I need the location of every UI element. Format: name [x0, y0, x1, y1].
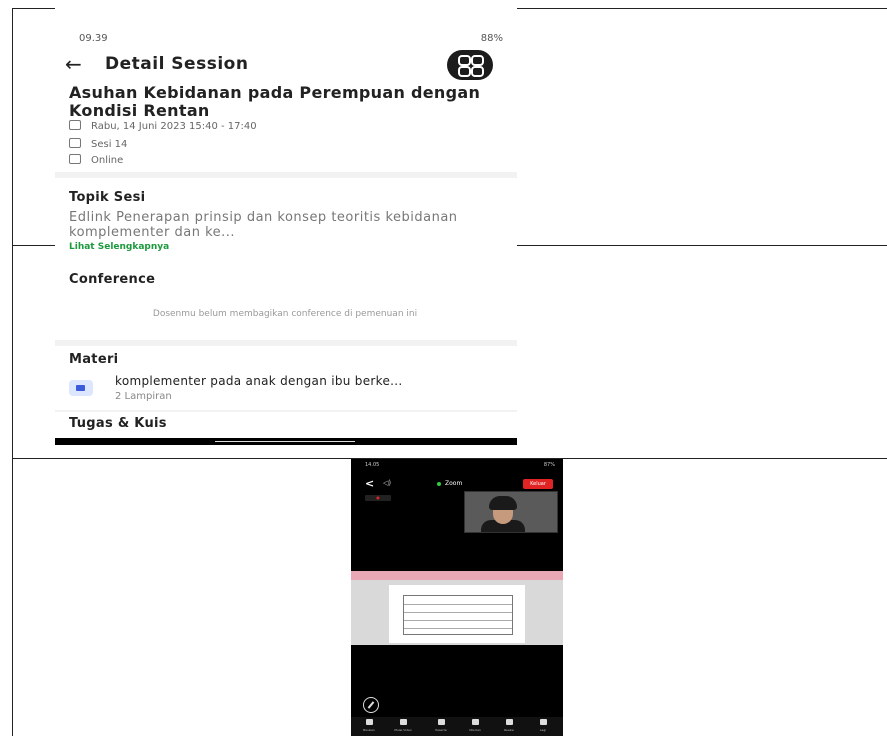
shared-screen[interactable]	[351, 571, 563, 645]
section-divider	[55, 172, 517, 178]
camera-icon	[399, 719, 407, 725]
more-icon	[539, 719, 547, 725]
materi-item-attachments: 2 Lampiran	[115, 391, 172, 402]
chat-button[interactable]: Obrolan	[457, 719, 493, 736]
video-icon	[69, 154, 81, 164]
zoom-status-time: 14.05	[365, 462, 380, 468]
document-icon	[69, 380, 93, 396]
more-button[interactable]: Lagi	[525, 719, 561, 736]
leave-button[interactable]: Keluar	[523, 479, 553, 489]
tab-label: Reaksi	[504, 728, 514, 732]
zoom-status-battery: 87%	[543, 462, 555, 468]
video-button[interactable]: Mulai Video	[385, 719, 421, 736]
annotate-pen-icon[interactable]	[363, 697, 379, 713]
speaker-icon[interactable]: ◁)	[383, 479, 391, 487]
tab-label: Peserta	[435, 728, 447, 732]
session-mode-row: Online	[69, 154, 123, 168]
back-arrow-icon[interactable]: ←	[65, 52, 82, 76]
calendar-icon	[69, 120, 81, 130]
mic-icon	[365, 719, 373, 725]
zoom-toolbar: Bisukan Mulai Video Peserta Obrolan Reak…	[351, 717, 563, 736]
session-screenshot: 09.39 88% ← Detail Session Asuhan Kebida…	[55, 8, 517, 445]
doc-table-line	[404, 620, 512, 621]
zoom-title: Zoom	[445, 480, 463, 487]
table-row-divider-1	[12, 245, 55, 246]
section-divider	[55, 340, 517, 346]
see-more-link[interactable]: Lihat Selengkapnya	[69, 242, 169, 252]
reactions-button[interactable]: Reaksi	[491, 719, 527, 736]
tugas-heading: Tugas & Kuis	[69, 416, 167, 431]
materi-list-item[interactable]: komplementer pada anak dengan ibu berke.…	[69, 374, 509, 408]
status-time: 09.39	[79, 33, 108, 44]
session-date: Rabu, 14 Juni 2023 15:40 - 17:40	[91, 121, 257, 132]
session-number-row: Sesi 14	[69, 138, 127, 152]
topik-description: Edlink Penerapan prinsip dan konsep teor…	[69, 210, 458, 240]
app-logo-icon	[447, 50, 493, 80]
conference-heading: Conference	[69, 272, 156, 287]
participants-button[interactable]: Peserta	[423, 719, 459, 736]
session-icon	[69, 138, 81, 148]
materi-item-title: komplementer pada anak dengan ibu berke.…	[115, 374, 403, 388]
participant-video-thumbnail[interactable]	[464, 491, 558, 533]
session-title: Asuhan Kebidanan pada Perempuan dengan K…	[69, 83, 481, 120]
conference-empty-text: Dosenmu belum membagikan conference di p…	[152, 309, 418, 319]
recording-badge: ●	[365, 495, 391, 501]
tab-label: Lagi	[539, 728, 547, 732]
status-battery: 88%	[480, 33, 503, 44]
mute-button[interactable]: Bisukan	[351, 719, 387, 736]
secure-dot-icon	[437, 482, 441, 486]
shared-screen-toolbar	[351, 571, 563, 580]
zoom-status-bar: 14.05 87%	[351, 459, 563, 471]
participant-hair	[489, 496, 517, 510]
section-divider	[55, 410, 517, 412]
topik-heading: Topik Sesi	[69, 190, 146, 205]
tab-label: Bisukan	[363, 728, 375, 732]
system-nav-bar	[55, 438, 517, 445]
doc-table-line	[404, 604, 512, 605]
home-indicator[interactable]	[215, 441, 355, 442]
zoom-screenshot: 14.05 87% < ◁) Zoom Keluar ● Bisukan Mul…	[351, 459, 563, 736]
shared-document-table	[403, 595, 513, 635]
table-border-left	[12, 8, 13, 736]
session-date-row: Rabu, 14 Juni 2023 15:40 - 17:40	[69, 120, 257, 134]
people-icon	[437, 719, 445, 725]
doc-table-line	[404, 628, 512, 629]
hand-icon	[505, 719, 513, 725]
chat-icon	[471, 719, 479, 725]
session-mode: Online	[91, 155, 124, 166]
doc-table-line	[404, 612, 512, 613]
table-row-divider-1b	[517, 245, 887, 246]
status-bar: 09.39 88%	[55, 33, 517, 47]
tab-label: Mulai Video	[394, 728, 412, 732]
app-header: ← Detail Session	[55, 50, 517, 84]
back-chevron-icon[interactable]: <	[365, 477, 374, 490]
tab-label: Obrolan	[469, 728, 481, 732]
shared-document	[389, 585, 525, 643]
session-number: Sesi 14	[91, 139, 128, 150]
page-title: Detail Session	[105, 54, 249, 74]
materi-heading: Materi	[69, 352, 119, 367]
